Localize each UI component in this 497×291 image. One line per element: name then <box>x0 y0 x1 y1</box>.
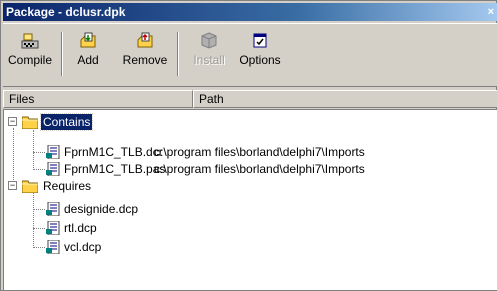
window-title: Package - dclusr.dpk <box>6 5 126 19</box>
file-icon <box>46 162 60 176</box>
remove-icon <box>137 32 153 48</box>
toolbar-separator <box>61 32 63 76</box>
folder-icon <box>22 116 38 129</box>
file-icon <box>46 221 60 235</box>
tree-item[interactable]: rtl.dcp <box>46 220 246 236</box>
tree-line <box>33 130 34 170</box>
file-name: designide.dcp <box>64 202 139 216</box>
add-icon <box>80 32 96 48</box>
compile-label: Compile <box>7 53 52 67</box>
remove-button[interactable]: Remove <box>121 30 169 80</box>
tree-item[interactable]: vcl.dcp <box>46 239 246 255</box>
file-path: c:\program files\borland\delphi7\Imports <box>154 145 365 159</box>
file-name: FprnM1C_TLB.pas <box>64 162 166 176</box>
toolbar: Compile Add Remove Install Options <box>3 23 497 87</box>
install-icon <box>201 32 217 49</box>
tree-item[interactable]: designide.dcp <box>46 201 246 217</box>
add-label: Add <box>77 53 99 67</box>
tree-line <box>33 169 45 170</box>
remove-label: Remove <box>122 53 168 67</box>
file-icon <box>46 202 60 216</box>
tree-label-contains: Contains <box>39 113 94 131</box>
file-icon <box>46 145 60 159</box>
tree-line <box>33 209 45 210</box>
folder-icon <box>22 180 38 193</box>
file-name: FprnM1C_TLB.dcr <box>64 145 163 159</box>
tree-node-contains[interactable]: − Contains <box>8 113 208 131</box>
tree-item[interactable]: FprnM1C_TLB.pas c:\program files\borland… <box>46 161 496 177</box>
files-column-header[interactable]: Files <box>3 90 193 108</box>
tree-item[interactable]: FprnM1C_TLB.dcr c:\program files\borland… <box>46 144 496 160</box>
file-name: rtl.dcp <box>64 221 97 235</box>
compile-button[interactable]: Compile <box>7 30 53 80</box>
add-button[interactable]: Add <box>71 30 105 80</box>
file-path: c:\program files\borland\delphi7\Imports <box>154 162 365 176</box>
title-bar[interactable]: Package - dclusr.dpk × <box>3 3 497 21</box>
tree-label-requires: Requires <box>43 179 92 193</box>
collapse-icon[interactable]: − <box>8 181 17 190</box>
install-label: Install <box>193 53 225 67</box>
options-label: Options <box>239 53 281 67</box>
options-icon <box>253 33 267 48</box>
collapse-icon[interactable]: − <box>8 117 17 126</box>
compile-icon <box>21 33 39 49</box>
tree-line <box>33 247 45 248</box>
options-button[interactable]: Options <box>237 30 283 80</box>
column-headers: Files Path <box>3 90 497 108</box>
toolbar-separator <box>177 32 179 76</box>
file-icon <box>46 240 60 254</box>
install-button[interactable]: Install <box>189 30 229 80</box>
tree-line <box>33 152 45 153</box>
path-column-header[interactable]: Path <box>193 90 497 108</box>
tree-line <box>33 190 34 248</box>
tree-line <box>33 228 45 229</box>
file-tree: − Contains FprnM1C_TLB.dcr c:\program fi… <box>3 109 497 290</box>
tree-node-requires[interactable]: − Requires <box>8 178 208 194</box>
file-name: vcl.dcp <box>64 240 102 254</box>
package-window: Package - dclusr.dpk × Compile Add Remov… <box>0 0 497 291</box>
close-icon[interactable]: × <box>488 3 494 21</box>
